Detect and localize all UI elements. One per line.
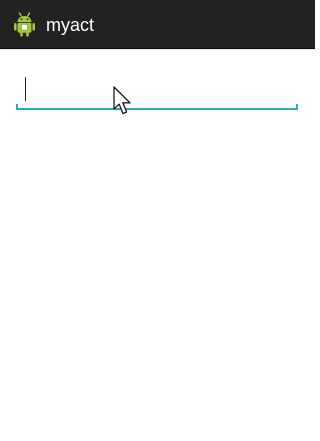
app-screen: myact bbox=[0, 0, 315, 441]
text-caret bbox=[25, 77, 26, 101]
action-bar: myact bbox=[0, 0, 315, 51]
android-robot-icon bbox=[14, 12, 35, 37]
input-underline bbox=[16, 108, 298, 110]
app-title: myact bbox=[46, 15, 95, 35]
text-input-field[interactable] bbox=[16, 68, 298, 110]
action-bar-shadow bbox=[0, 48, 315, 51]
